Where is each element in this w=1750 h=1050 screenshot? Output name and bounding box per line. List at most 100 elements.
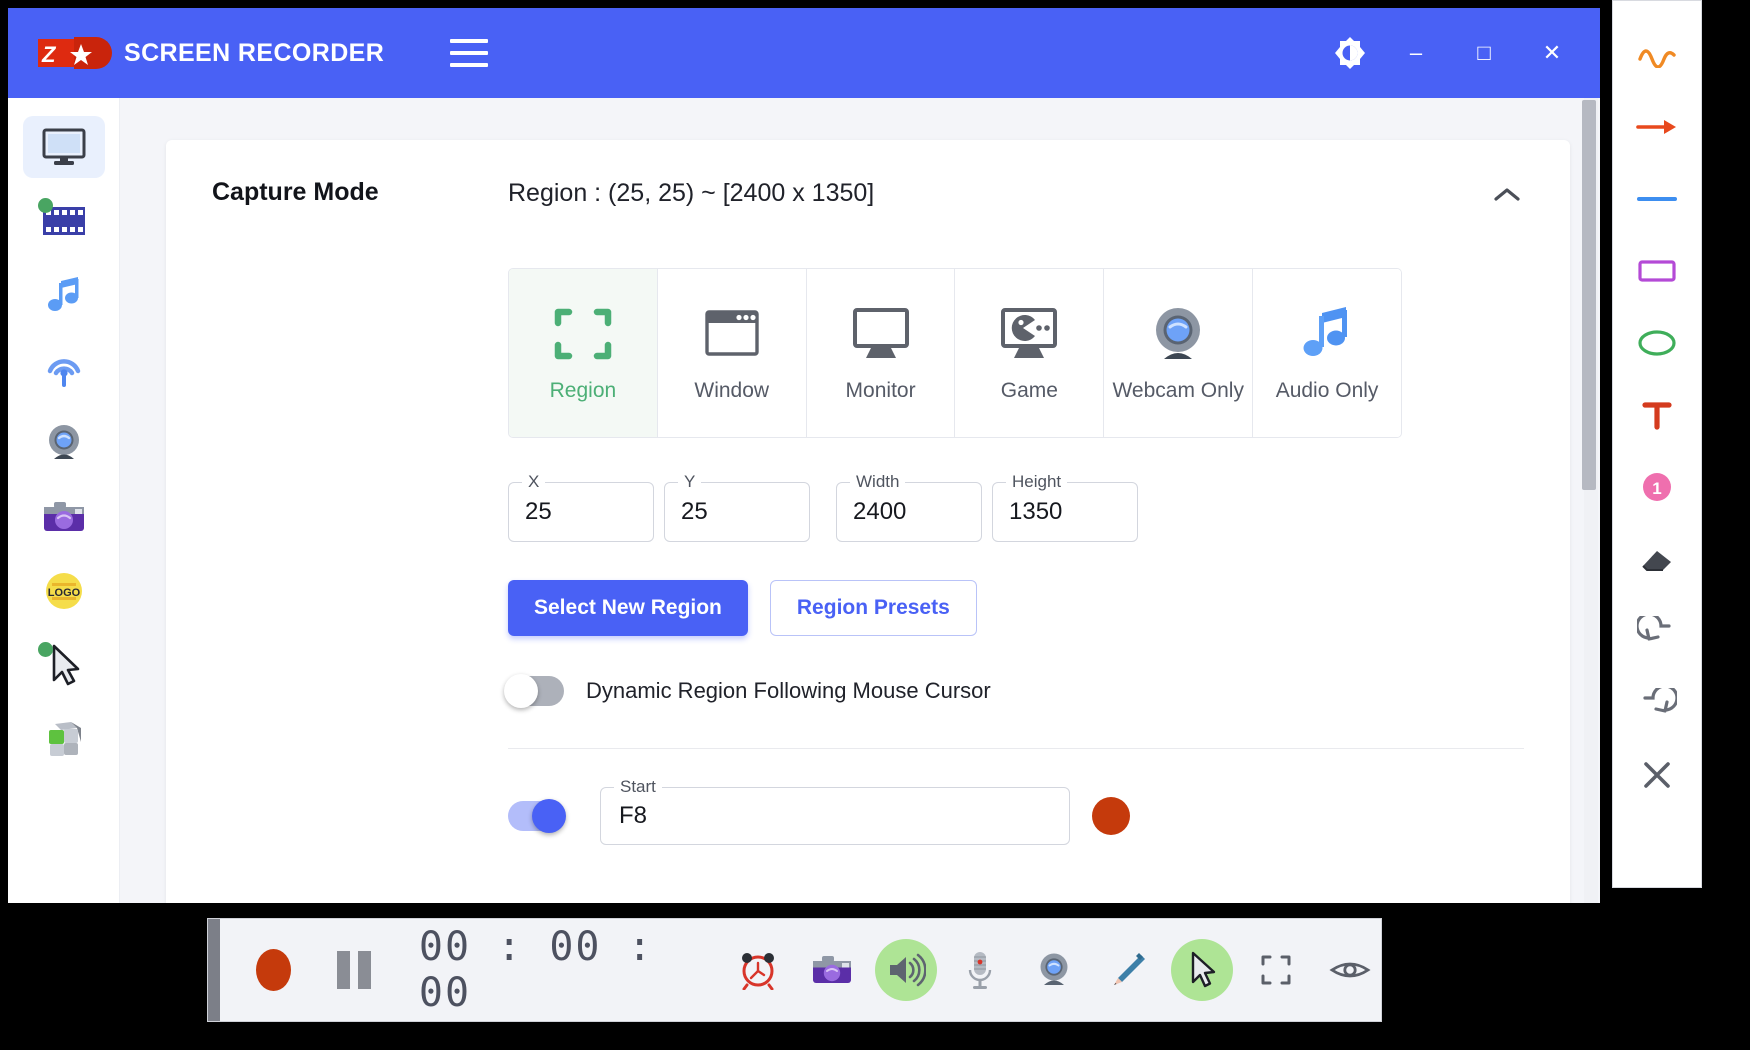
control-bar-drag-handle[interactable] xyxy=(208,919,220,1021)
status-dot-badge xyxy=(37,642,53,657)
start-hotkey-label: Start xyxy=(614,777,662,797)
status-dot-badge xyxy=(37,198,53,213)
fullscreen-button[interactable] xyxy=(1245,939,1307,1001)
expand-icon xyxy=(1261,955,1291,985)
microphone-button[interactable] xyxy=(949,939,1011,1001)
x-field-label: X xyxy=(522,472,546,492)
preview-button[interactable] xyxy=(1319,939,1381,1001)
capture-mode-selector: Region Window Monitor Game Webcam Only A… xyxy=(508,268,1402,438)
capture-mode-label: Audio Only xyxy=(1275,379,1379,402)
broadcast-icon xyxy=(47,359,80,387)
width-input[interactable] xyxy=(853,498,965,526)
window-controls: – □ ✕ xyxy=(1330,33,1600,73)
capture-mode-game[interactable]: Game xyxy=(955,269,1105,437)
dynamic-region-toggle[interactable] xyxy=(504,674,564,708)
microphone-icon xyxy=(968,952,992,989)
step-number-tool[interactable]: 1 xyxy=(1626,459,1688,515)
app-body: LOGO Capture Mode Region: (25, 25) ~ [2… xyxy=(8,98,1600,903)
webcam-icon xyxy=(48,425,79,459)
camera-icon xyxy=(813,956,851,983)
width-field[interactable]: Width xyxy=(836,472,982,542)
arrow-tool[interactable] xyxy=(1626,99,1688,155)
sidebar: LOGO xyxy=(8,98,120,903)
capture-mode-webcam-only[interactable]: Webcam Only xyxy=(1104,269,1254,437)
alarm-clock-icon xyxy=(742,953,774,990)
sidebar-item-video-recorder[interactable] xyxy=(23,190,105,252)
region-presets-button[interactable]: Region Presets xyxy=(769,580,977,636)
capture-mode-monitor[interactable]: Monitor xyxy=(806,269,956,437)
scrollbar-track[interactable] xyxy=(1582,98,1598,903)
ellipse-tool[interactable] xyxy=(1626,315,1688,371)
capture-mode-region[interactable]: Region xyxy=(509,269,658,437)
app-window: Z SCREEN RECORDER – □ ✕ LOGO Capture Mod… xyxy=(8,8,1600,903)
screenshot-button[interactable] xyxy=(801,939,863,1001)
capture-mode-audio-only[interactable]: Audio Only xyxy=(1253,269,1401,437)
svg-text:Z: Z xyxy=(41,42,57,67)
sidebar-item-audio-recorder[interactable] xyxy=(23,264,105,326)
close-button[interactable]: ✕ xyxy=(1530,33,1574,73)
record-hotkey-button[interactable] xyxy=(1092,797,1130,835)
hamburger-menu-icon[interactable] xyxy=(450,39,489,67)
capture-mode-card: Capture Mode Region : (25, 25) ~ [2400 x… xyxy=(166,140,1570,903)
annotation-pen-button[interactable] xyxy=(1097,939,1159,1001)
music-note-icon xyxy=(47,277,78,311)
sidebar-item-keystrokes[interactable] xyxy=(23,708,105,770)
speaker-icon xyxy=(890,953,926,987)
capture-mode-header: Capture Mode Region : (25, 25) ~ [2400 x… xyxy=(212,178,1524,212)
y-field-label: Y xyxy=(678,472,702,492)
sidebar-item-screen-recorder[interactable] xyxy=(22,116,105,178)
record-button[interactable] xyxy=(256,949,291,991)
x-field[interactable]: X xyxy=(508,472,654,542)
sidebar-item-screenshot[interactable] xyxy=(23,486,105,548)
start-hotkey-toggle[interactable] xyxy=(508,799,566,833)
undo-button[interactable] xyxy=(1626,603,1688,659)
system-sound-button[interactable] xyxy=(875,939,937,1001)
region-actions: Select New Region Region Presets xyxy=(508,580,1524,636)
svg-text:LOGO: LOGO xyxy=(47,587,80,599)
control-bar-icons xyxy=(727,939,1381,1001)
toggle-knob xyxy=(504,674,538,708)
brand-logo: Z SCREEN RECORDER xyxy=(34,35,384,71)
dynamic-region-label: Dynamic Region Following Mouse Cursor xyxy=(586,678,991,703)
height-input[interactable] xyxy=(1009,498,1121,526)
chevron-up-icon[interactable] xyxy=(1490,178,1524,212)
pencil-icon xyxy=(1114,953,1145,985)
section-divider xyxy=(508,748,1524,749)
screenshot-root: Z SCREEN RECORDER – □ ✕ LOGO Capture Mod… xyxy=(0,0,1750,1050)
cursor-icon xyxy=(1191,951,1216,988)
app-title: SCREEN RECORDER xyxy=(124,38,385,67)
start-hotkey-input[interactable] xyxy=(619,802,1051,830)
y-input[interactable] xyxy=(681,498,793,526)
close-toolbar-button[interactable] xyxy=(1626,747,1688,803)
scheduler-alarm-button[interactable] xyxy=(727,939,789,1001)
webcam-button[interactable] xyxy=(1023,939,1085,1001)
webcam-icon xyxy=(1147,303,1209,365)
line-tool[interactable] xyxy=(1626,171,1688,227)
logo-badge-icon: LOGO xyxy=(45,573,82,609)
game-pacman-icon xyxy=(997,303,1061,365)
annotation-toolbar: 1 xyxy=(1612,0,1702,888)
height-field-label: Height xyxy=(1006,472,1068,492)
start-hotkey-field[interactable]: Start xyxy=(600,777,1070,845)
cursor-effects-button[interactable] xyxy=(1171,939,1233,1001)
height-field[interactable]: Height xyxy=(992,472,1138,542)
sidebar-item-watermark[interactable]: LOGO xyxy=(23,560,105,622)
y-field[interactable]: Y xyxy=(664,472,810,542)
capture-mode-window[interactable]: Window xyxy=(657,269,807,437)
minimize-button[interactable]: – xyxy=(1394,33,1438,73)
maximize-button[interactable]: □ xyxy=(1462,33,1506,73)
freehand-curve-tool[interactable] xyxy=(1626,27,1688,83)
text-tool[interactable] xyxy=(1626,387,1688,443)
brightness-icon[interactable] xyxy=(1330,33,1370,73)
x-input[interactable] xyxy=(525,498,637,526)
eraser-tool[interactable] xyxy=(1626,531,1688,587)
sidebar-item-streaming[interactable] xyxy=(23,338,105,400)
scrollbar-thumb[interactable] xyxy=(1582,100,1596,490)
monitor-icon xyxy=(849,303,913,365)
select-new-region-button[interactable]: Select New Region xyxy=(508,580,748,636)
sidebar-item-webcam[interactable] xyxy=(23,412,105,474)
sidebar-item-mouse-effects[interactable] xyxy=(23,634,105,696)
pause-button[interactable] xyxy=(336,951,371,989)
rectangle-tool[interactable] xyxy=(1626,243,1688,299)
redo-button[interactable] xyxy=(1626,675,1688,731)
